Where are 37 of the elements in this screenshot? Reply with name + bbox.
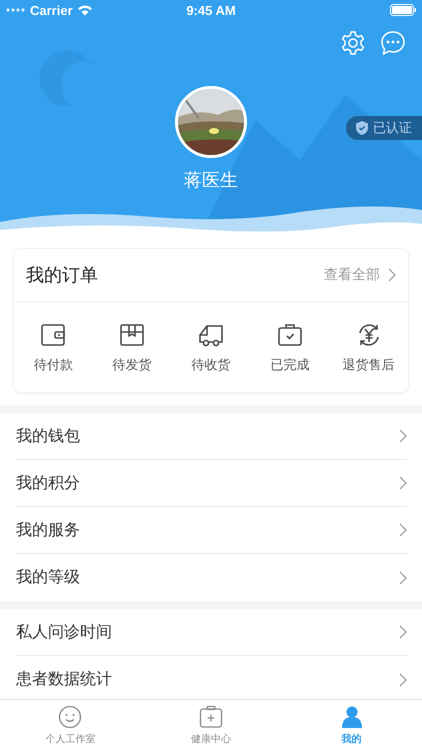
order-status-button[interactable]: 待收货 bbox=[172, 322, 250, 374]
chevron-right-icon bbox=[399, 672, 407, 686]
medical-kit-icon bbox=[198, 704, 223, 728]
box-icon bbox=[119, 322, 146, 348]
menu-row[interactable]: 我的钱包 bbox=[16, 413, 407, 460]
order-status-button[interactable]: 退货售后 bbox=[329, 322, 408, 374]
message-button[interactable] bbox=[380, 30, 406, 56]
doctor-name: 蒋医生 bbox=[184, 169, 238, 192]
tab-bar-item[interactable]: 个人工作室 bbox=[0, 700, 141, 750]
battery-icon bbox=[390, 4, 416, 16]
wifi-icon bbox=[76, 4, 93, 16]
menu-row[interactable]: 我的服务 bbox=[16, 507, 407, 554]
carrier-label: Carrier bbox=[30, 2, 73, 18]
tab-bar-item[interactable]: 健康中心 bbox=[140, 700, 282, 750]
verified-badge: 已认证 bbox=[346, 116, 422, 140]
smiley-icon bbox=[58, 704, 82, 728]
menu-row[interactable]: 私人问诊时间 bbox=[16, 609, 407, 656]
chevron-right-icon bbox=[399, 523, 407, 537]
order-status-button[interactable]: 待发货 bbox=[92, 322, 172, 374]
chevron-right-icon bbox=[399, 570, 407, 584]
order-status-button[interactable]: 待付款 bbox=[14, 322, 93, 374]
order-status-button[interactable]: 已完成 bbox=[250, 322, 330, 374]
settings-button[interactable] bbox=[340, 30, 366, 56]
clock-time: 9:45 AM bbox=[186, 2, 236, 18]
menu-row[interactable]: 我的等级 bbox=[16, 554, 407, 601]
truck-icon bbox=[198, 322, 224, 348]
briefcase-check-icon bbox=[276, 322, 303, 348]
person-icon bbox=[340, 704, 364, 728]
menu-row[interactable]: 患者数据统计 bbox=[16, 656, 407, 699]
chevron-right-icon bbox=[399, 429, 407, 443]
card-title: 我的订单 bbox=[26, 264, 99, 287]
menu-row[interactable]: 我的积分 bbox=[16, 460, 407, 507]
chevron-right-icon bbox=[399, 625, 407, 639]
signal-icon bbox=[6, 7, 26, 13]
wallet-icon bbox=[40, 322, 66, 348]
chevron-right-icon bbox=[399, 476, 407, 490]
chevron-right-icon bbox=[388, 268, 396, 282]
